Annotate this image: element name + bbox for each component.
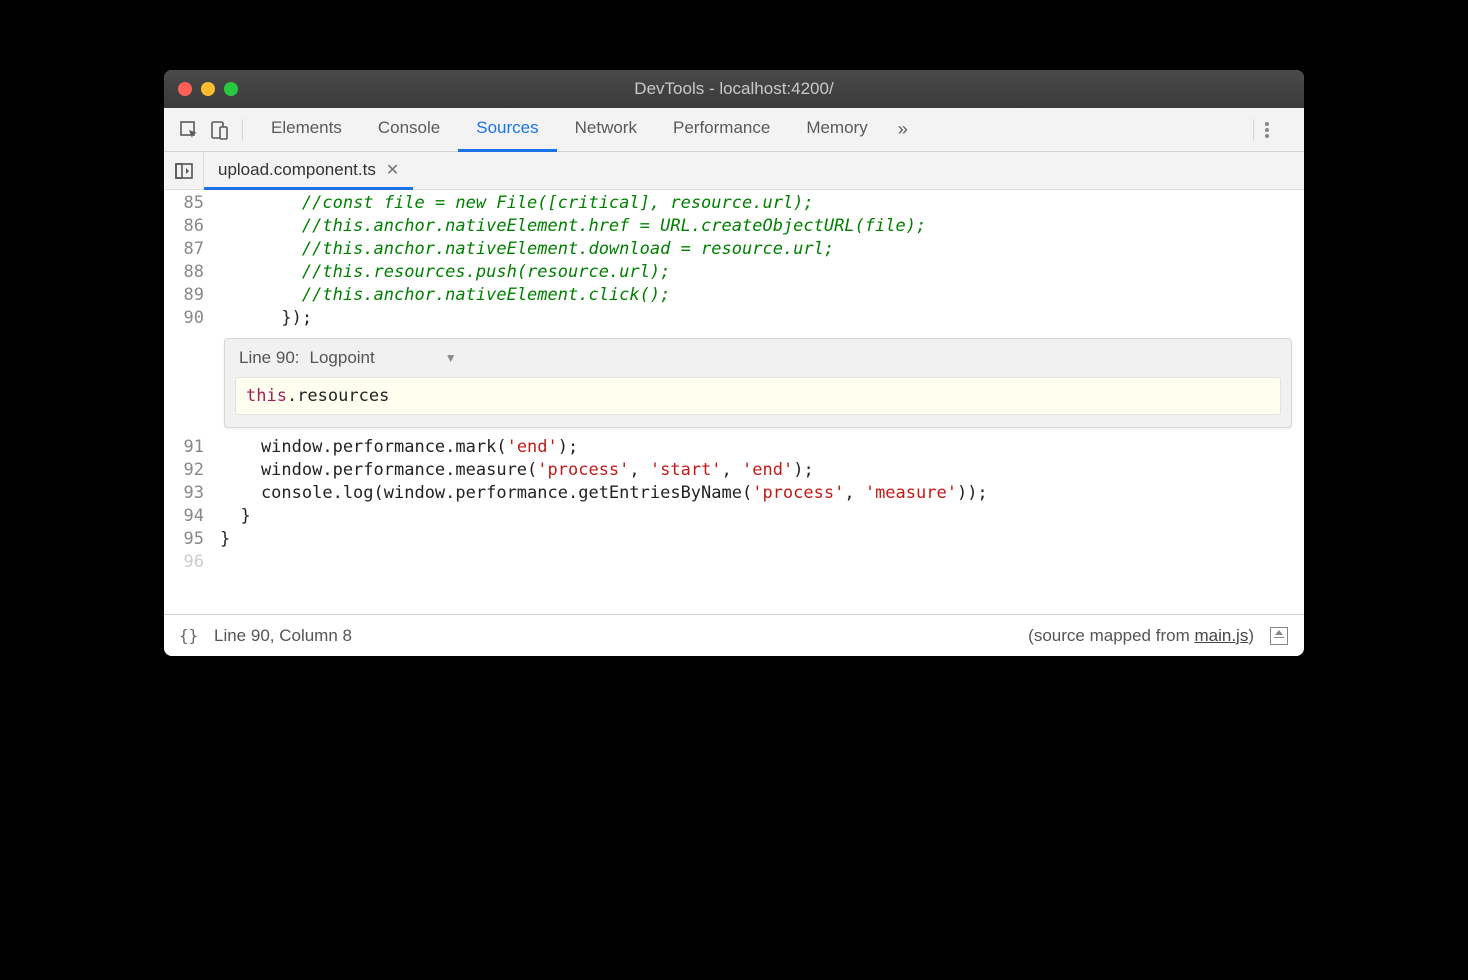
tab-sources[interactable]: Sources [458,108,556,152]
main-toolbar: Elements Console Sources Network Perform… [164,108,1304,152]
tab-memory[interactable]: Memory [788,108,885,152]
cursor-position: Line 90, Column 8 [214,626,352,646]
tab-elements[interactable]: Elements [253,108,360,152]
toolbar-separator [242,119,243,141]
code-area[interactable]: window.performance.mark('end'); window.p… [212,434,1304,614]
tab-network[interactable]: Network [557,108,655,152]
breakpoint-editor: Line 90: Logpoint ▼ this.resources [224,338,1292,428]
tab-console[interactable]: Console [360,108,458,152]
settings-kebab-icon[interactable] [1264,120,1292,140]
toolbar-separator [1253,119,1254,141]
device-toolbar-icon[interactable] [206,117,232,143]
file-tabbar: upload.component.ts ✕ [164,152,1304,190]
titlebar: DevTools - localhost:4200/ [164,70,1304,108]
chevron-down-icon: ▼ [445,351,457,365]
file-tab[interactable]: upload.component.ts ✕ [204,153,413,190]
window-controls [164,82,238,96]
devtools-window: DevTools - localhost:4200/ Elements Cons… [164,70,1304,656]
tabs-overflow-button[interactable]: » [886,119,920,140]
code-editor-continued[interactable]: 919293949596 window.performance.mark('en… [164,434,1304,614]
zoom-window-button[interactable] [224,82,238,96]
pretty-print-icon[interactable]: {} [178,625,200,647]
show-navigator-icon[interactable] [164,152,204,189]
tab-performance[interactable]: Performance [655,108,788,152]
show-drawer-icon[interactable] [1268,625,1290,647]
close-file-icon[interactable]: ✕ [386,160,399,180]
breakpoint-type-value: Logpoint [310,348,375,368]
breakpoint-editor-header: Line 90: Logpoint ▼ [225,339,1291,377]
statusbar: {} Line 90, Column 8 (source mapped from… [164,614,1304,656]
file-tab-label: upload.component.ts [218,160,376,180]
minimize-window-button[interactable] [201,82,215,96]
code-editor[interactable]: 858687888990 //const file = new File([cr… [164,190,1304,332]
svg-text:{}: {} [179,628,198,644]
breakpoint-type-select[interactable]: Logpoint ▼ [310,348,457,368]
gutter[interactable]: 858687888990 [164,190,212,332]
inspect-element-icon[interactable] [176,117,202,143]
breakpoint-line-label: Line 90: [239,348,300,368]
logpoint-expression-input[interactable]: this.resources [235,377,1281,415]
gutter[interactable]: 919293949596 [164,434,212,614]
source-map-link[interactable]: main.js [1194,626,1248,645]
panel-tabs: Elements Console Sources Network Perform… [253,108,1243,152]
source-map-info: (source mapped from main.js) [1028,626,1254,646]
code-area[interactable]: //const file = new File([critical], reso… [212,190,1304,332]
window-title: DevTools - localhost:4200/ [164,79,1304,99]
close-window-button[interactable] [178,82,192,96]
